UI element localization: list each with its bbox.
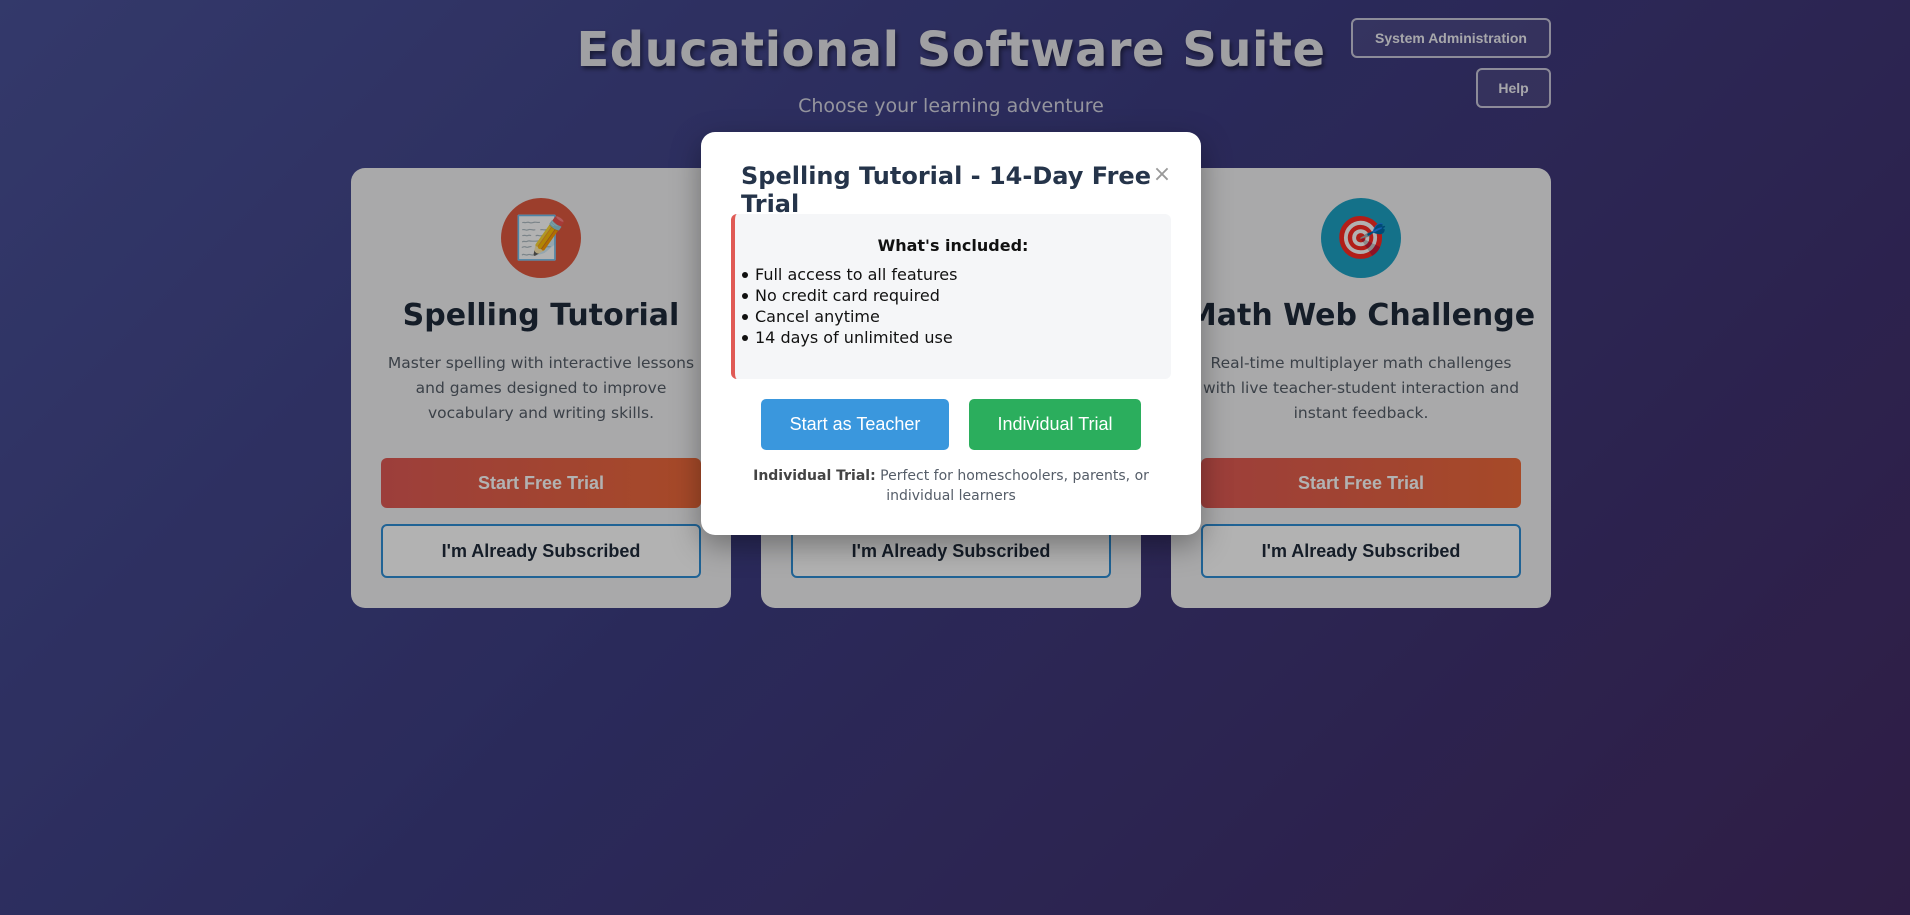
list-item: 14 days of unlimited use	[741, 327, 957, 348]
list-item: No credit card required	[741, 285, 957, 306]
start-as-teacher-button[interactable]: Start as Teacher	[761, 399, 949, 450]
individual-trial-note: Individual Trial: Perfect for homeschool…	[741, 466, 1161, 506]
individual-trial-button[interactable]: Individual Trial	[969, 399, 1141, 450]
included-title: What's included:	[877, 236, 1029, 255]
list-item: Cancel anytime	[741, 306, 957, 327]
close-icon[interactable]: ×	[1151, 164, 1173, 186]
free-trial-modal: Spelling Tutorial - 14-Day Free Trial × …	[701, 132, 1201, 535]
list-item: Full access to all features	[741, 265, 958, 284]
note-label: Individual Trial:	[753, 468, 876, 484]
note-text: Perfect for homeschoolers, parents, or i…	[875, 468, 1149, 504]
modal-title: Spelling Tutorial - 14-Day Free Trial	[741, 162, 1151, 218]
included-box: What's included: Full access to all feat…	[731, 214, 1171, 379]
included-list: Full access to all features No credit ca…	[741, 264, 958, 348]
